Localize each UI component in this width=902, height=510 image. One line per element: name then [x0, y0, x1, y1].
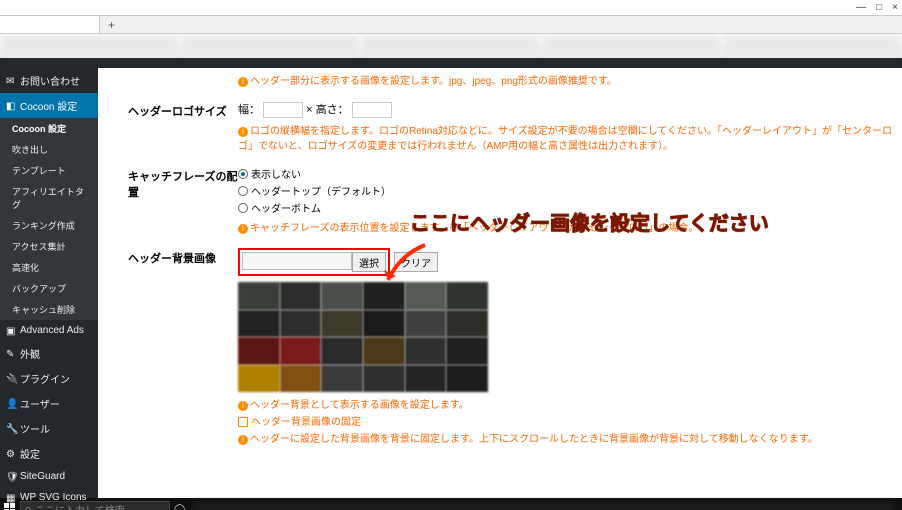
clear-button[interactable]: クリア — [394, 252, 438, 272]
logo-size-note: iロゴの縦横幅を指定します。ロゴのRetina対応などに。サイズ設定が不要の場合… — [238, 122, 892, 152]
radio-button[interactable] — [238, 186, 248, 196]
sidebar-item-label: Advanced Ads — [20, 325, 84, 336]
window-close[interactable]: × — [892, 2, 898, 13]
radio-label: ヘッダートップ（デフォルト） — [251, 183, 391, 198]
logo-size-label: ヘッダーロゴサイズ — [128, 101, 238, 152]
sidebar-item[interactable]: 🔧 ツール — [0, 416, 98, 441]
radio-button[interactable] — [238, 203, 248, 213]
sidebar-item[interactable]: ✎ 外観 — [0, 341, 98, 366]
radio-label: ヘッダーボトム — [251, 200, 321, 215]
bg-note-1: iヘッダー背景として表示する画像を設定します。 — [238, 396, 892, 411]
mail-icon: ✉ — [6, 76, 16, 86]
windows-start-icon[interactable] — [4, 503, 16, 510]
sidebar-item[interactable]: 👤 ユーザー — [0, 391, 98, 416]
search-icon: ○ — [25, 504, 31, 510]
sidebar-item-label: 設定 — [20, 446, 40, 461]
tool-icon: 🔧 — [6, 424, 16, 434]
header-bg-label: ヘッダー背景画像 — [128, 248, 238, 445]
logo-height-input[interactable] — [352, 102, 392, 118]
sidebar-item[interactable]: ✉ お問い合わせ — [0, 68, 98, 93]
sidebar-sub-item[interactable]: キャッシュ削除 — [0, 299, 98, 320]
taskbar-apps[interactable] — [193, 501, 894, 510]
info-icon: i — [238, 401, 248, 411]
select-button[interactable]: 選択 — [352, 252, 386, 272]
sidebar-sub-item[interactable]: 高速化 — [0, 257, 98, 278]
sidebar-sub-item[interactable]: バックアップ — [0, 278, 98, 299]
window-titlebar: — □ × — [0, 0, 902, 16]
header-bg-input[interactable] — [242, 252, 352, 270]
sidebar-item-label: ツール — [20, 421, 50, 436]
sidebar-item-label: Cocoon 設定 — [20, 98, 77, 113]
sidebar-sub-item[interactable]: テンプレート — [0, 160, 98, 181]
plugin-icon: 🔌 — [6, 374, 16, 384]
sidebar-sub-item[interactable]: アフィリエイトタグ — [0, 181, 98, 215]
sidebar-item[interactable]: ◧ Cocoon 設定 — [0, 93, 98, 118]
browser-tab-bar: + — [0, 16, 902, 34]
wp-admin-bar[interactable] — [0, 58, 902, 68]
window-maximize[interactable]: □ — [876, 2, 882, 13]
header-bg-preview — [238, 282, 488, 392]
info-icon: i — [238, 435, 248, 445]
file-select-highlight: 選択 — [238, 248, 390, 276]
windows-taskbar: ○ ここに入力して検索 ◯ — [0, 498, 902, 510]
browser-tab[interactable] — [0, 16, 100, 33]
window-minimize[interactable]: — — [856, 2, 866, 13]
settings-content: iヘッダー部分に表示する画像を設定します。jpg、jpeg、png形式の画像推奨… — [98, 68, 902, 498]
gear-icon: ⚙ — [6, 449, 16, 459]
taskbar-search[interactable]: ○ ここに入力して検索 — [20, 501, 170, 510]
bg-note-2: iヘッダーに設定した背景画像を背景に固定します。上下にスクロールしたときに背景画… — [238, 430, 892, 445]
sidebar-item[interactable]: 🔌 プラグイン — [0, 366, 98, 391]
info-icon: i — [238, 77, 248, 87]
cocoon-icon: ◧ — [6, 101, 16, 111]
sidebar-sub-item[interactable]: アクセス集計 — [0, 236, 98, 257]
radio-label: 表示しない — [251, 166, 301, 181]
info-icon: i — [238, 127, 248, 137]
header-image-note: iヘッダー部分に表示する画像を設定します。jpg、jpeg、png形式の画像推奨… — [238, 72, 892, 87]
cortana-icon[interactable]: ◯ — [174, 504, 185, 510]
shield-icon: 🛡 — [6, 472, 16, 482]
sidebar-item-label: 外観 — [20, 346, 40, 361]
ads-icon: ▣ — [6, 326, 16, 336]
bg-fix-row: ヘッダー背景画像の固定 — [238, 413, 892, 428]
new-tab-button[interactable]: + — [100, 18, 123, 32]
catchphrase-note: iキャッチフレーズの表示位置を設定します。※「ヘッダーレイアウト」が「センターロ… — [238, 219, 892, 234]
catchphrase-option[interactable]: ヘッダーボトム — [238, 200, 892, 215]
sidebar-sub-item[interactable]: 吹き出し — [0, 139, 98, 160]
brush-icon: ✎ — [6, 349, 16, 359]
sidebar-item-label: ユーザー — [20, 396, 60, 411]
info-icon: i — [238, 224, 248, 234]
sidebar-sub-item[interactable]: Cocoon 設定 — [0, 118, 98, 139]
sidebar-item[interactable]: 🛡 SiteGuard — [0, 466, 98, 487]
sidebar-item-label: SiteGuard — [20, 471, 65, 482]
browser-toolbar — [0, 34, 902, 58]
radio-button[interactable] — [238, 169, 248, 179]
wp-sidebar: ✉お問い合わせ◧Cocoon 設定Cocoon 設定吹き出しテンプレートアフィリ… — [0, 68, 98, 498]
sidebar-item[interactable]: ⚙ 設定 — [0, 441, 98, 466]
svg-icon: ▦ — [6, 493, 16, 503]
logo-width-input[interactable] — [263, 102, 303, 118]
catchphrase-label: キャッチフレーズの配置 — [128, 166, 238, 234]
catchphrase-option[interactable]: 表示しない — [238, 166, 892, 181]
catchphrase-option[interactable]: ヘッダートップ（デフォルト） — [238, 183, 892, 198]
user-icon: 👤 — [6, 399, 16, 409]
bg-fix-checkbox[interactable] — [238, 417, 248, 427]
sidebar-sub-item[interactable]: ランキング作成 — [0, 215, 98, 236]
sidebar-item-label: お問い合わせ — [20, 73, 80, 88]
sidebar-item-label: プラグイン — [20, 371, 70, 386]
sidebar-item[interactable]: ▣ Advanced Ads — [0, 320, 98, 341]
